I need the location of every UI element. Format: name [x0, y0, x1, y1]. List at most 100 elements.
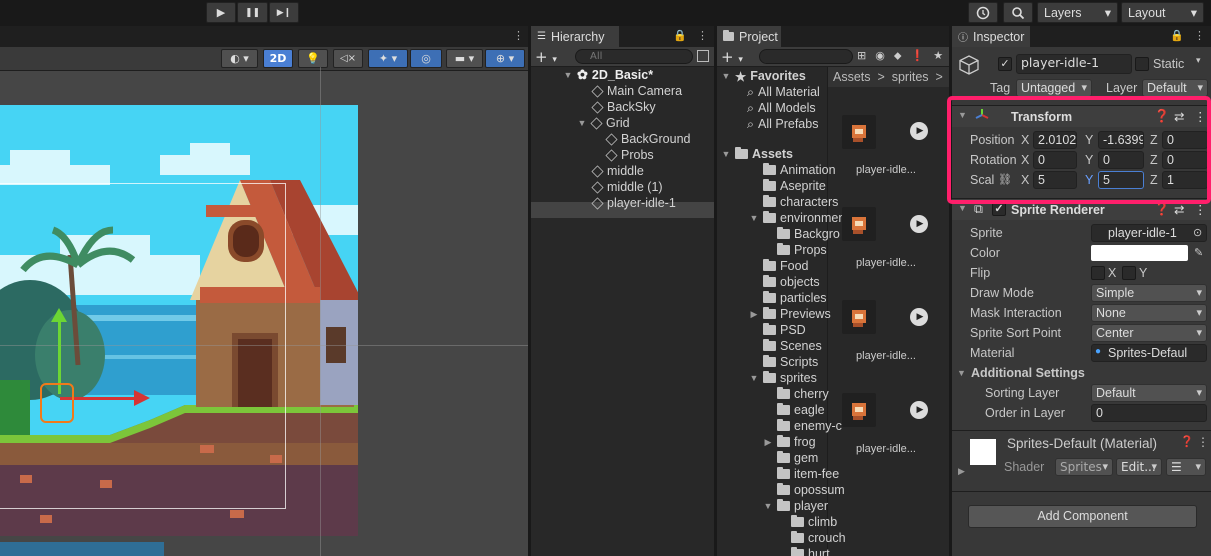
gizmos-dropdown[interactable]: ⊕ ▾: [485, 49, 525, 68]
chevron-right-icon[interactable]: ▶: [749, 309, 759, 320]
filter-icons[interactable]: ⊞◉⬥❗★: [857, 49, 949, 63]
asset-folder-item[interactable]: cherry: [763, 386, 829, 402]
sprite-thumbnail[interactable]: [842, 115, 876, 149]
play-icon[interactable]: ▶: [910, 308, 928, 326]
asset-folder-item[interactable]: Food: [749, 258, 809, 274]
play-icon[interactable]: ▶: [910, 122, 928, 140]
axis-y-label[interactable]: Y: [1085, 153, 1093, 167]
color-swatch[interactable]: [1091, 245, 1188, 261]
lock-icon[interactable]: 🔒: [1170, 29, 1184, 42]
sprite-thumbnail[interactable]: [842, 207, 876, 241]
tree-item[interactable]: BackSky: [591, 99, 656, 115]
flip-y-checkbox[interactable]: [1122, 266, 1136, 280]
chevron-down-icon[interactable]: ▼: [721, 149, 731, 159]
asset-folder-item[interactable]: Props: [763, 242, 827, 258]
add-icon[interactable]: + ▾: [535, 48, 557, 66]
project-search-input[interactable]: [759, 49, 853, 64]
more-icon[interactable]: ⋮: [513, 29, 524, 42]
asset-folder-item[interactable]: gem: [763, 450, 818, 466]
rotation-y-input[interactable]: 0: [1098, 151, 1144, 169]
asset-folder-item[interactable]: opossum: [763, 482, 845, 498]
search-by-type-icon[interactable]: [697, 50, 709, 62]
asset-folder-item[interactable]: Aseprite: [749, 178, 826, 194]
more-icon[interactable]: ⋮: [697, 29, 708, 42]
help-icon[interactable]: ❓: [1154, 202, 1170, 217]
lighting-icon[interactable]: 💡: [298, 49, 328, 68]
layers-dropdown[interactable]: Layers ▾: [1037, 2, 1118, 23]
asset-label[interactable]: player-idle...: [846, 164, 926, 176]
link-icon[interactable]: ⛓: [998, 173, 1012, 186]
sprite-thumbnail[interactable]: [842, 393, 876, 427]
asset-label[interactable]: player-idle...: [846, 443, 926, 455]
asset-folder-item[interactable]: objects: [749, 274, 820, 290]
sort-point-dropdown[interactable]: Center: [1091, 324, 1207, 342]
asset-folder-item[interactable]: ▼ sprites: [749, 370, 817, 386]
preset-icon[interactable]: ⇄: [1174, 109, 1184, 124]
effects-dropdown[interactable]: ✦ ▾: [368, 49, 408, 68]
chevron-right-icon[interactable]: ▶: [958, 467, 965, 477]
tree-item-scene[interactable]: ▼ ✿ 2D_Basic*: [563, 67, 654, 83]
audio-icon[interactable]: ◁×: [333, 49, 363, 68]
asset-folder-item[interactable]: PSD: [749, 322, 806, 338]
chevron-down-icon[interactable]: ▼: [958, 110, 967, 120]
chevron-down-icon[interactable]: ▼: [958, 203, 967, 213]
axis-x-label[interactable]: X: [1021, 173, 1029, 187]
sprite-object-field[interactable]: player-idle-1: [1091, 224, 1207, 242]
search-icon[interactable]: [1003, 2, 1033, 23]
eyedropper-icon[interactable]: ✎: [1194, 246, 1203, 259]
play-icon[interactable]: ▶: [910, 401, 928, 419]
asset-folder-item[interactable]: ▶ frog: [763, 434, 816, 450]
static-checkbox[interactable]: [1135, 57, 1149, 71]
asset-folder-item[interactable]: hurt: [777, 546, 830, 556]
scale-y-input[interactable]: 5: [1098, 171, 1144, 189]
asset-folder-item[interactable]: item-fee: [763, 466, 839, 482]
tag-dropdown[interactable]: Untagged: [1016, 79, 1092, 97]
transform-header[interactable]: ▼ Transform ❓ ⇄ ⋮: [952, 105, 1211, 127]
tree-item[interactable]: Probs: [605, 147, 654, 163]
asset-folder-item[interactable]: Animation: [749, 162, 836, 178]
flip-x-checkbox[interactable]: [1091, 266, 1105, 280]
favorite-item[interactable]: ⌕ All Material: [747, 84, 820, 100]
shading-dropdown[interactable]: ◐ ▾: [221, 49, 258, 68]
favorite-item[interactable]: ⌕ All Models: [747, 100, 816, 116]
more-icon[interactable]: ⋮: [1197, 435, 1209, 449]
axis-z-label[interactable]: Z: [1150, 133, 1158, 147]
chevron-down-icon[interactable]: ▾: [1196, 56, 1201, 66]
2d-toggle[interactable]: 2D: [263, 49, 293, 68]
asset-folder-item[interactable]: ▼ player: [763, 498, 828, 514]
visibility-icon[interactable]: ◎: [410, 49, 442, 68]
layer-dropdown[interactable]: Default: [1142, 79, 1208, 97]
scale-x-input[interactable]: 5: [1033, 171, 1077, 189]
favorite-item[interactable]: ⌕ All Prefabs: [747, 116, 818, 132]
draw-mode-dropdown[interactable]: Simple: [1091, 284, 1207, 302]
play-icon[interactable]: ▶: [910, 215, 928, 233]
asset-folder-item[interactable]: Scripts: [749, 354, 818, 370]
asset-folder-item[interactable]: crouch: [777, 530, 846, 546]
position-z-input[interactable]: 0: [1162, 131, 1208, 149]
axis-y-label[interactable]: Y: [1085, 133, 1093, 147]
favorites-header[interactable]: ▼ ★ Favorites: [721, 68, 806, 84]
chevron-down-icon[interactable]: ▼: [563, 70, 573, 80]
add-component-button[interactable]: Add Component: [968, 505, 1197, 528]
play-button[interactable]: ▶: [206, 2, 236, 23]
asset-folder-item[interactable]: Scenes: [749, 338, 822, 354]
sorting-layer-dropdown[interactable]: Default: [1091, 384, 1207, 402]
order-input[interactable]: 0: [1091, 404, 1207, 422]
asset-label[interactable]: player-idle...: [846, 350, 926, 362]
gizmo-y-arrow-icon[interactable]: [51, 308, 67, 322]
breadcrumb-item[interactable]: sprites: [892, 70, 929, 84]
preset-icon[interactable]: ⇄: [1174, 202, 1184, 217]
tab-inspector[interactable]: ⓘ Inspector: [952, 26, 1030, 47]
chevron-down-icon[interactable]: ▼: [577, 118, 587, 128]
asset-folder-item[interactable]: climb: [777, 514, 837, 530]
asset-folder-item[interactable]: Backgro: [763, 226, 840, 242]
sprite-renderer-header[interactable]: ▼ ⧉ ✓ Sprite Renderer ❓ ⇄ ⋮: [952, 198, 1211, 220]
asset-folder-item[interactable]: ▼ environmen: [749, 210, 845, 226]
tree-item-selected[interactable]: player-idle-1: [591, 195, 676, 211]
more-icon[interactable]: ⋮: [1194, 109, 1207, 124]
chevron-down-icon[interactable]: ▼: [749, 213, 759, 223]
tab-project[interactable]: Project: [717, 26, 781, 47]
tree-item[interactable]: middle (1): [591, 179, 663, 195]
sprite-thumbnail[interactable]: [842, 300, 876, 334]
help-icon[interactable]: ❓: [1154, 109, 1170, 124]
